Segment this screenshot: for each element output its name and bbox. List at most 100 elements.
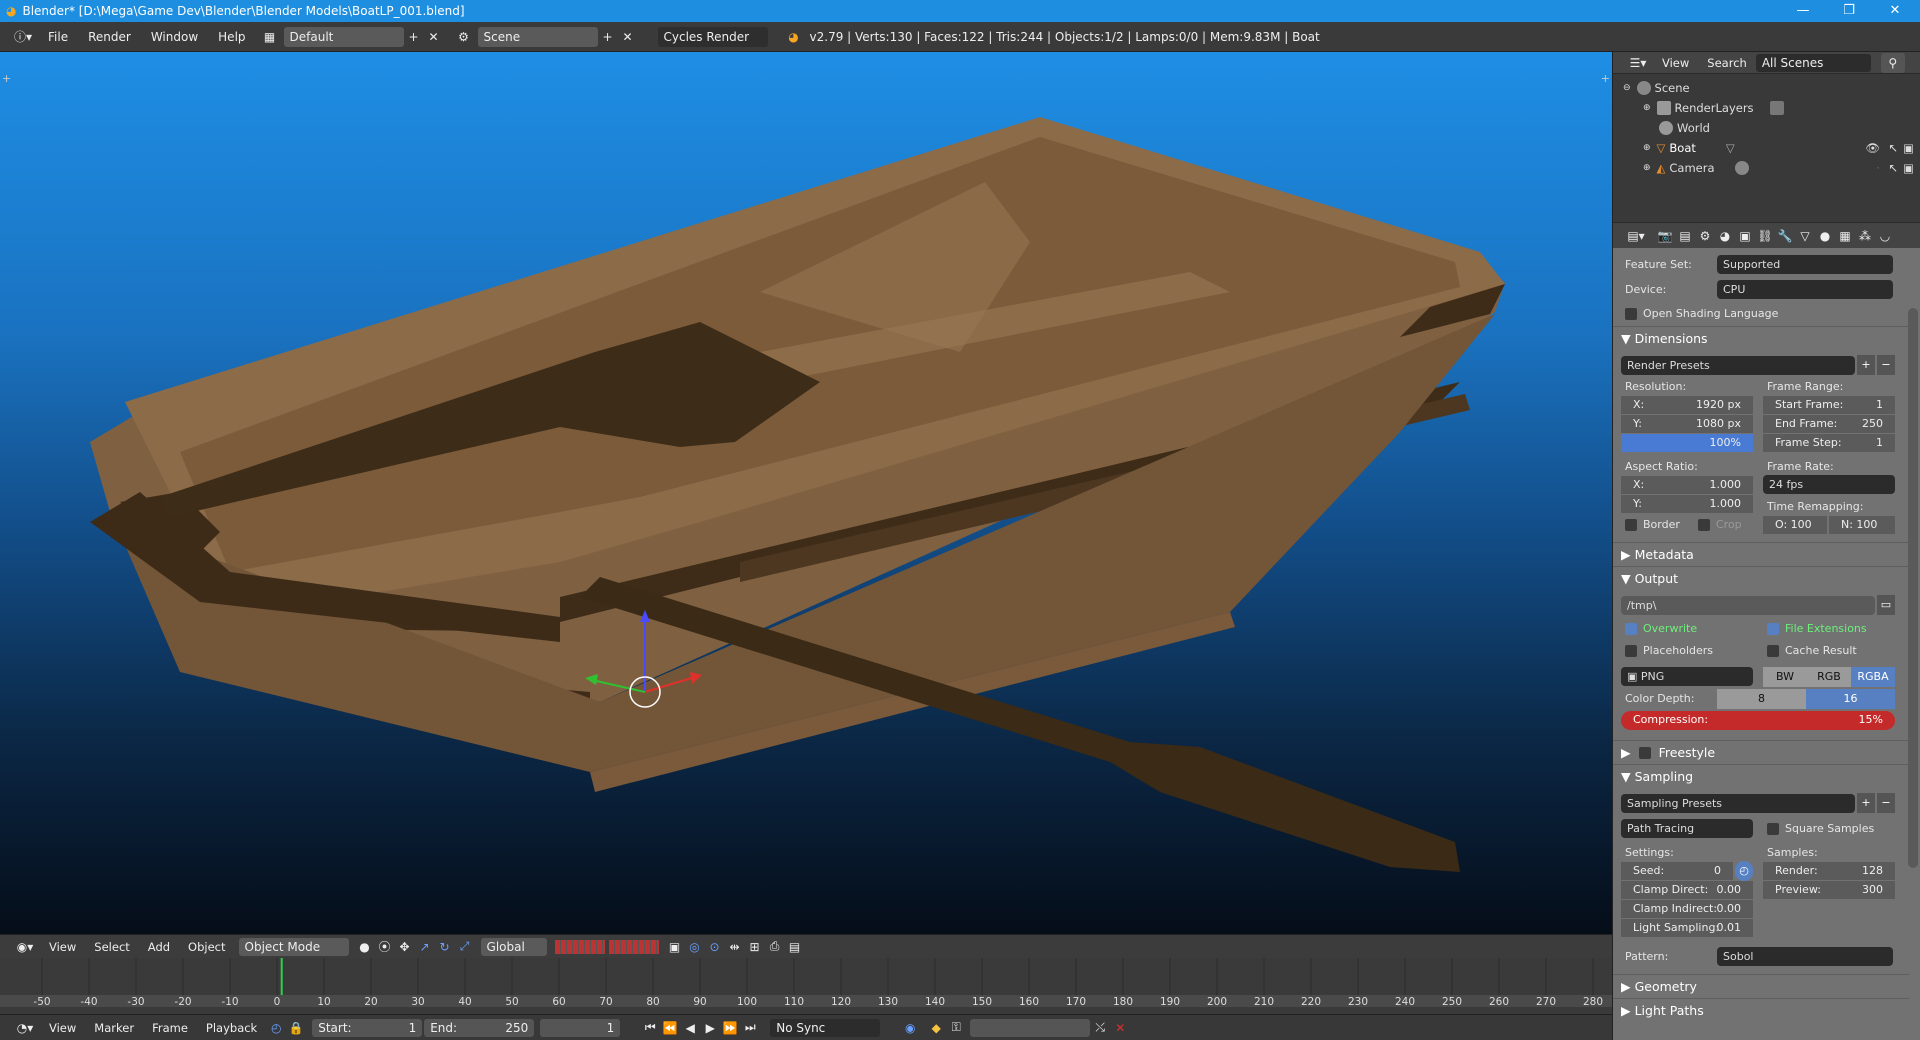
feature-set-select[interactable]: Supported: [1717, 255, 1893, 274]
snap-icon[interactable]: ⊙: [705, 937, 725, 957]
select-cursor-icon[interactable]: ↖: [1888, 141, 1898, 155]
expand-icon[interactable]: ⊕: [1643, 143, 1651, 153]
menu-view[interactable]: View: [40, 1021, 85, 1035]
start-frame-field[interactable]: Start: 1: [312, 1018, 423, 1037]
play-reverse-icon[interactable]: ◀: [680, 1018, 700, 1038]
timeline[interactable]: -50 -40 -30 -20 -10 0 10 20 30 40 50 60 70 80 90 100 110…: [0, 958, 1612, 1014]
world-tab-icon[interactable]: ◕: [1715, 226, 1735, 246]
mode-select[interactable]: Object Mode: [238, 937, 349, 956]
remove-preset-button[interactable]: −: [1877, 355, 1895, 375]
menu-add[interactable]: Add: [139, 940, 179, 954]
rgb-button[interactable]: RGB: [1807, 667, 1851, 687]
jump-start-icon[interactable]: ⏮: [640, 1018, 660, 1038]
pattern-select[interactable]: Sobol: [1717, 947, 1893, 966]
play-icon[interactable]: ▶: [700, 1018, 720, 1038]
viewport-shading-icon[interactable]: ●: [355, 937, 375, 957]
search-icon[interactable]: ⚲: [1880, 52, 1905, 73]
time-remap-old-field[interactable]: O: 100: [1763, 516, 1827, 534]
resolution-y-field[interactable]: Y: 1080 px: [1621, 415, 1753, 433]
remove-scene-icon[interactable]: ✕: [618, 27, 638, 47]
texture-tab-icon[interactable]: ▦: [1835, 226, 1855, 246]
render-preview-icon[interactable]: ⎙: [765, 937, 785, 957]
preview-range-icon[interactable]: ◴: [266, 1018, 286, 1038]
freestyle-checkbox[interactable]: [1638, 746, 1651, 759]
geometry-panel-header[interactable]: ▶ Geometry: [1613, 974, 1909, 998]
clamp-direct-field[interactable]: Clamp Direct: 0.00: [1621, 881, 1753, 899]
square-samples-checkbox[interactable]: [1767, 822, 1779, 835]
expand-icon[interactable]: ⊕: [1643, 103, 1651, 113]
editor-type-icon[interactable]: ⓘ▾: [8, 27, 38, 47]
depth-16-button[interactable]: 16: [1806, 689, 1895, 709]
menu-render[interactable]: Render: [78, 30, 141, 44]
outliner-item-camera[interactable]: ⊕ ◭ Camera · ↖ ▣: [1613, 158, 1920, 178]
end-frame-field[interactable]: End Frame: 250: [1763, 415, 1895, 433]
animated-seed-icon[interactable]: ◴: [1735, 861, 1753, 881]
menu-select[interactable]: Select: [85, 940, 138, 954]
start-frame-field[interactable]: Start Frame: 1: [1763, 396, 1895, 414]
display-mode-select[interactable]: All Scenes: [1755, 53, 1871, 72]
metadata-panel-header[interactable]: ▶ Metadata: [1613, 542, 1909, 566]
menu-object[interactable]: Object: [179, 940, 234, 954]
menu-file[interactable]: File: [38, 30, 78, 44]
render-layers-tab-icon[interactable]: ▤: [1675, 226, 1695, 246]
dimensions-panel-header[interactable]: ▼ Dimensions: [1613, 326, 1909, 350]
render-camera-icon[interactable]: ▣: [1903, 141, 1914, 155]
depth-8-button[interactable]: 8: [1717, 689, 1806, 709]
snap-target-icon[interactable]: ⊞: [745, 937, 765, 957]
file-format-select[interactable]: ▣ PNG: [1621, 667, 1753, 686]
overwrite-checkbox[interactable]: [1625, 622, 1637, 635]
frame-step-field[interactable]: Frame Step: 1: [1763, 434, 1895, 452]
time-remap-new-field[interactable]: N: 100: [1829, 516, 1895, 534]
add-layout-icon[interactable]: +: [404, 27, 424, 47]
folder-icon[interactable]: ▭: [1877, 595, 1895, 615]
light-paths-panel-header[interactable]: ▶ Light Paths: [1613, 998, 1909, 1022]
render-camera-icon[interactable]: ▣: [1903, 161, 1914, 175]
jump-end-icon[interactable]: ⏭: [740, 1018, 760, 1038]
osl-checkbox[interactable]: [1625, 307, 1637, 320]
rotate-icon[interactable]: ↻: [435, 937, 455, 957]
resolution-percent-slider[interactable]: 100%: [1621, 434, 1753, 452]
physics-tab-icon[interactable]: ◡: [1875, 226, 1895, 246]
preview-samples-field[interactable]: Preview: 300: [1763, 881, 1895, 899]
visibility-icon[interactable]: 👁: [1865, 141, 1880, 155]
scene-tab-icon[interactable]: ⚙: [1695, 226, 1715, 246]
layer-buttons[interactable]: [608, 939, 659, 954]
next-keyframe-icon[interactable]: ⏩: [720, 1018, 740, 1038]
data-tab-icon[interactable]: ▽: [1795, 226, 1815, 246]
freestyle-panel-header[interactable]: ▶ Freestyle: [1613, 740, 1909, 764]
lock-layers-icon[interactable]: ▣: [665, 937, 685, 957]
select-cursor-icon[interactable]: ↖: [1888, 161, 1898, 175]
outliner-item-boat[interactable]: ⊕ ▽ Boat ▽ 👁 ↖ ▣: [1613, 138, 1920, 158]
keying-set-icon[interactable]: ⚿: [946, 1018, 966, 1038]
remove-layout-icon[interactable]: ✕: [424, 27, 444, 47]
outliner-search-menu[interactable]: Search: [1698, 56, 1756, 70]
record-icon[interactable]: ◉: [900, 1018, 920, 1038]
layer-buttons[interactable]: [554, 939, 605, 954]
end-frame-field[interactable]: End: 250: [424, 1018, 535, 1037]
delete-keyframe-icon[interactable]: ✕: [1110, 1018, 1130, 1038]
placeholders-checkbox[interactable]: [1625, 644, 1637, 657]
scrollbar[interactable]: [1908, 308, 1918, 868]
translate-icon[interactable]: ↗: [415, 937, 435, 957]
sampling-panel-header[interactable]: ▼ Sampling: [1613, 764, 1909, 788]
scene-field[interactable]: Scene: [477, 26, 598, 47]
render-samples-field[interactable]: Render: 128: [1763, 862, 1895, 880]
menu-playback[interactable]: Playback: [197, 1021, 266, 1035]
editor-type-icon[interactable]: ☰▾: [1623, 53, 1653, 73]
render-animation-icon[interactable]: ▤: [785, 937, 805, 957]
outliner-item-scene[interactable]: ⊖ Scene: [1613, 78, 1920, 98]
particles-tab-icon[interactable]: ⁂: [1855, 226, 1875, 246]
constraints-tab-icon[interactable]: ⛓: [1755, 226, 1775, 246]
sync-select[interactable]: No Sync: [770, 1018, 881, 1037]
menu-window[interactable]: Window: [141, 30, 208, 44]
menu-frame[interactable]: Frame: [143, 1021, 197, 1035]
integrator-select[interactable]: Path Tracing: [1621, 819, 1753, 838]
light-sampling-field[interactable]: Light Sampling: 0.01: [1621, 919, 1753, 937]
orientation-select[interactable]: Global: [480, 937, 547, 956]
render-presets-select[interactable]: Render Presets: [1621, 356, 1855, 375]
modifiers-tab-icon[interactable]: 🔧: [1775, 226, 1795, 246]
layout-field[interactable]: Default: [283, 26, 404, 47]
cache-result-checkbox[interactable]: [1767, 644, 1779, 657]
clamp-indirect-field[interactable]: Clamp Indirect: 0.00: [1621, 900, 1753, 918]
keying-set-field[interactable]: [970, 1018, 1091, 1037]
